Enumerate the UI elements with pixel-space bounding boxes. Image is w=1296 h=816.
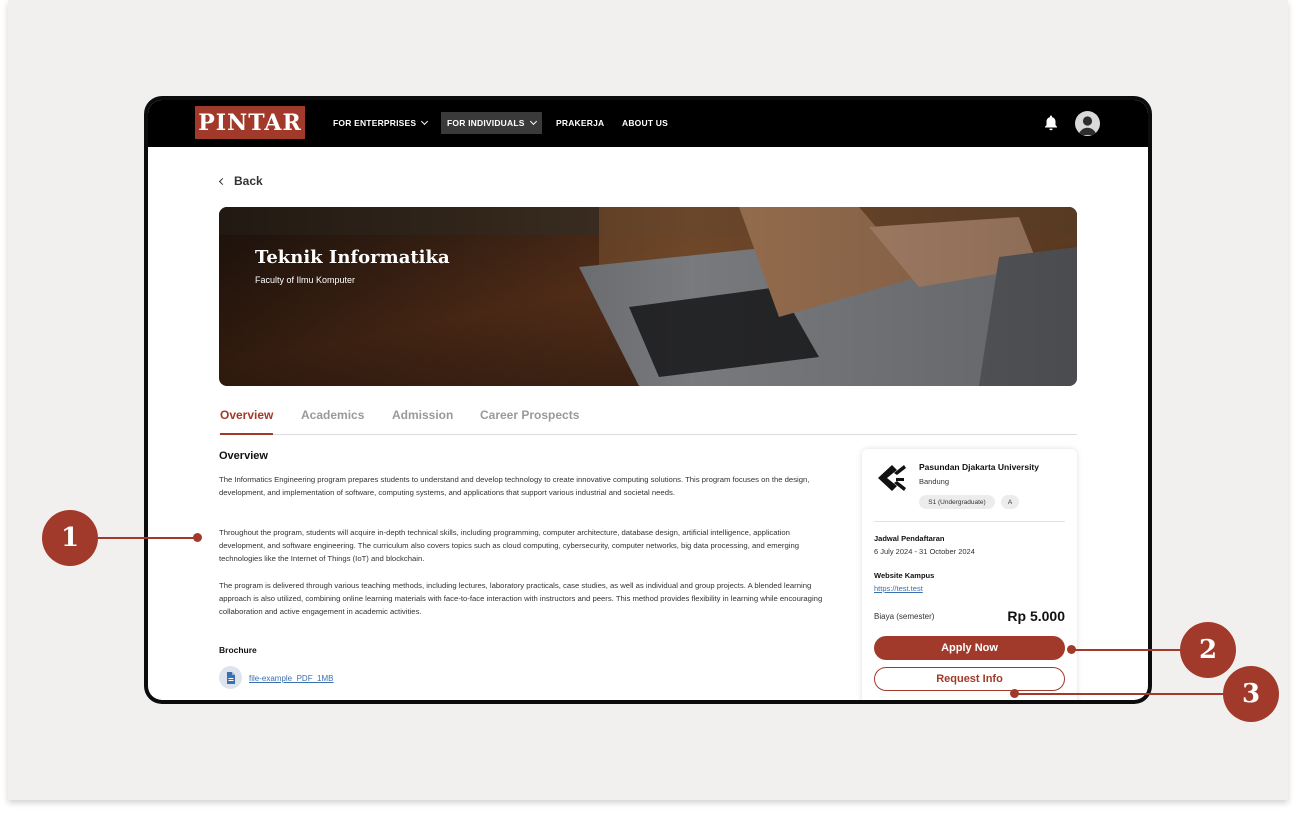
nav-prakerja[interactable]: PRAKERJA xyxy=(556,112,604,134)
callout-line-3 xyxy=(1015,693,1233,695)
tab-admission[interactable]: Admission xyxy=(392,408,453,422)
tab-overview[interactable]: Overview xyxy=(220,408,273,422)
fee-value: Rp 5.000 xyxy=(1007,608,1065,624)
website-link[interactable]: https://test.test xyxy=(874,584,923,593)
schedule-value: 6 July 2024 - 31 October 2024 xyxy=(874,547,975,556)
university-logo-icon xyxy=(878,465,906,491)
callout-line-2 xyxy=(1071,649,1189,651)
nav-about-us[interactable]: ABOUT US xyxy=(622,112,668,134)
university-city: Bandung xyxy=(919,477,950,486)
program-tabs: Overview Academics Admission Career Pros… xyxy=(219,404,1077,435)
callout-badge-2: 2 xyxy=(1180,622,1236,678)
accreditation-chip: A xyxy=(1001,495,1019,509)
pintar-logo[interactable]: PINTAR xyxy=(195,106,305,139)
back-link[interactable]: Back xyxy=(218,174,263,188)
user-avatar-icon[interactable] xyxy=(1075,111,1100,136)
hero-banner: Teknik Informatika Faculty of Ilmu Kompu… xyxy=(219,207,1077,386)
website-label: Website Kampus xyxy=(874,571,935,580)
back-label: Back xyxy=(234,174,263,188)
tab-academics[interactable]: Academics xyxy=(301,408,364,422)
overview-paragraph-2: Throughout the program, students will ac… xyxy=(219,528,799,563)
university-name: Pasundan Djakarta University xyxy=(919,462,1039,472)
callout-line-1 xyxy=(90,537,198,539)
program-title: Teknik Informatika xyxy=(255,247,450,268)
chevron-down-icon xyxy=(421,117,429,126)
fee-label: Biaya (semester) xyxy=(874,612,935,621)
nav-label: ABOUT US xyxy=(622,118,668,128)
tab-career-prospects[interactable]: Career Prospects xyxy=(480,408,579,422)
callout-dot-1 xyxy=(193,533,202,542)
callout-badge-3: 3 xyxy=(1223,666,1279,722)
nav-label: FOR ENTERPRISES xyxy=(333,118,417,128)
hero-photo xyxy=(219,207,1077,386)
app-screen: PINTAR FOR ENTERPRISES FOR INDIVIDUALS P… xyxy=(148,100,1148,700)
nav-for-enterprises[interactable]: FOR ENTERPRISES xyxy=(333,112,429,134)
schedule-label: Jadwal Pendaftaran xyxy=(874,534,945,543)
nav-for-individuals[interactable]: FOR INDIVIDUALS xyxy=(441,112,542,134)
degree-chip: S1 (Undergraduate) xyxy=(919,495,995,509)
nav-label: PRAKERJA xyxy=(556,118,605,128)
card-divider xyxy=(874,521,1065,522)
callout-dot-2 xyxy=(1067,645,1076,654)
chevron-left-icon xyxy=(218,177,227,185)
brochure-heading: Brochure xyxy=(219,645,257,655)
top-navbar: PINTAR FOR ENTERPRISES FOR INDIVIDUALS P… xyxy=(148,100,1148,147)
enrollment-card: Pasundan Djakarta University Bandung S1 … xyxy=(862,449,1077,700)
overview-paragraph-1: The Informatics Engineering program prep… xyxy=(219,475,810,497)
brochure-file-link[interactable]: file-example_PDF_1MB xyxy=(249,674,333,683)
chevron-down-icon xyxy=(529,117,537,126)
apply-now-button[interactable]: Apply Now xyxy=(874,636,1065,660)
bell-icon[interactable] xyxy=(1042,114,1060,132)
file-icon xyxy=(219,666,242,689)
overview-heading: Overview xyxy=(219,450,268,462)
faculty-subtitle: Faculty of Ilmu Komputer xyxy=(255,275,356,285)
nav-label: FOR INDIVIDUALS xyxy=(447,118,525,128)
callout-dot-3 xyxy=(1010,689,1019,698)
active-tab-indicator xyxy=(220,433,273,435)
callout-badge-1: 1 xyxy=(42,510,98,566)
request-info-button[interactable]: Request Info xyxy=(874,667,1065,691)
overview-paragraph-3: The program is delivered through various… xyxy=(219,581,823,616)
